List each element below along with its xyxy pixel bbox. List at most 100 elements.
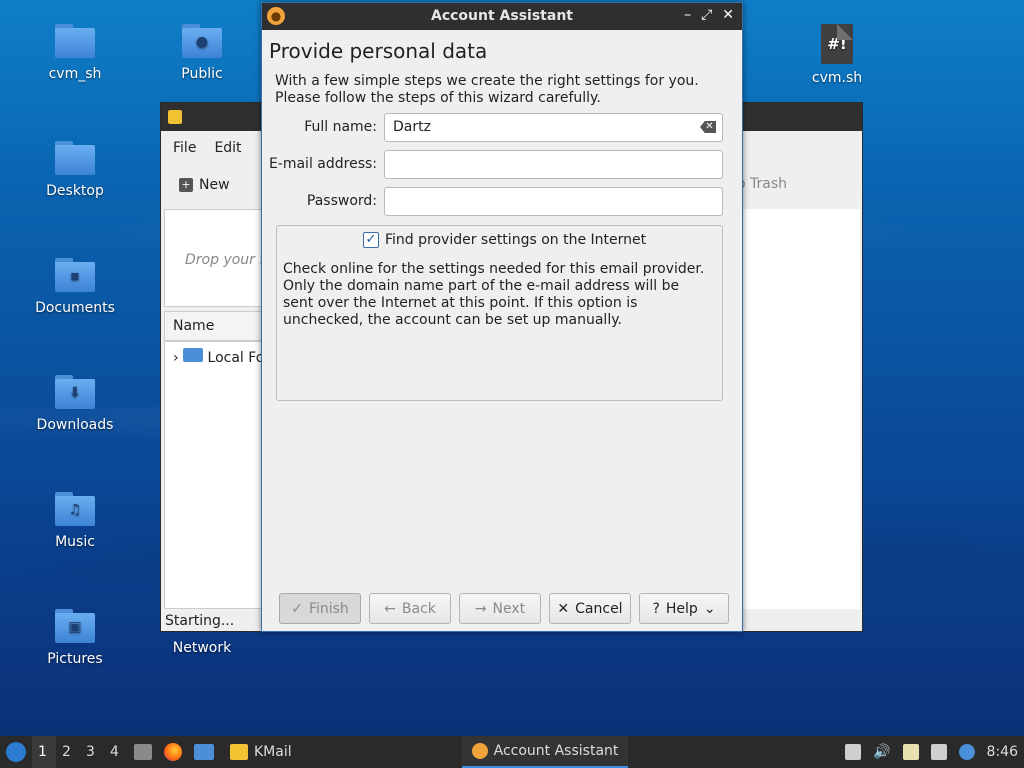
task-kmail[interactable]: KMail bbox=[220, 736, 302, 768]
desktop-icon-desktop[interactable]: Desktop bbox=[20, 141, 130, 199]
notification-icon[interactable] bbox=[958, 744, 975, 760]
workspace-3[interactable]: 3 bbox=[80, 736, 104, 768]
start-menu-button[interactable] bbox=[0, 736, 32, 768]
clear-text-icon[interactable]: ✕ bbox=[700, 121, 716, 133]
password-field[interactable] bbox=[384, 187, 723, 216]
folder-icon bbox=[55, 141, 95, 175]
name-column-header[interactable]: Name bbox=[164, 311, 264, 341]
new-icon: + bbox=[179, 178, 193, 192]
desktop-icon-network[interactable]: Network bbox=[147, 640, 257, 656]
music-folder-icon: ♫ bbox=[55, 492, 95, 526]
email-label: E-mail address: bbox=[268, 156, 377, 172]
check-icon: ✓ bbox=[291, 600, 303, 617]
firefox-icon bbox=[164, 743, 182, 761]
help-button[interactable]: ? Help ⌄ bbox=[639, 593, 729, 624]
maximize-icon[interactable]: ⤢ bbox=[701, 7, 712, 23]
task-account-assistant-label: Account Assistant bbox=[493, 743, 619, 759]
desktop-icon-label: cvm_sh bbox=[48, 66, 102, 82]
back-button[interactable]: ← Back bbox=[369, 593, 451, 624]
intro-text: With a few simple steps we create the ri… bbox=[275, 73, 699, 107]
desktop-icon-label: Music bbox=[55, 534, 95, 550]
account-assistant-dialog[interactable]: ● Account Assistant – ⤢ ✕ Provide person… bbox=[261, 2, 743, 632]
close-icon[interactable]: ✕ bbox=[722, 7, 734, 23]
system-tray: 🔊 8:46 bbox=[845, 744, 1024, 760]
full-name-field[interactable]: Dartz ✕ bbox=[384, 113, 723, 142]
help-label: Help bbox=[665, 600, 698, 617]
message-pane bbox=[740, 209, 860, 609]
folder-tree[interactable]: › Local Fo bbox=[164, 341, 264, 609]
provider-description: Check online for the settings needed for… bbox=[283, 261, 705, 328]
taskbar: 1 2 3 4 KMail Account Assistant 🔊 8:46 bbox=[0, 736, 1024, 768]
desktop-icon-label: Pictures bbox=[47, 651, 103, 667]
chevron-down-icon[interactable]: ⌄ bbox=[704, 601, 716, 617]
desktop-icon-cvm-sh-folder[interactable]: cvm_sh bbox=[20, 24, 130, 82]
password-label: Password: bbox=[306, 193, 377, 209]
provider-settings-group: ✓ Find provider settings on the Internet… bbox=[276, 225, 723, 401]
find-provider-checkbox[interactable]: ✓ bbox=[363, 232, 379, 248]
documents-folder-icon: ▪ bbox=[55, 258, 95, 292]
workspace-2[interactable]: 2 bbox=[56, 736, 80, 768]
desktop-icon-cvm-sh-script[interactable]: #! cvm.sh bbox=[782, 24, 892, 86]
downloads-folder-icon: ⬇ bbox=[55, 375, 95, 409]
back-label: Back bbox=[401, 600, 436, 617]
arrow-left-icon: ← bbox=[384, 600, 396, 617]
desktop-icon-pictures[interactable]: ▣ Pictures bbox=[20, 609, 130, 667]
desktop-icon-label: Documents bbox=[35, 300, 115, 316]
updates-icon[interactable] bbox=[845, 744, 862, 760]
move-to-trash-button[interactable]: o Trash bbox=[737, 176, 787, 192]
dialog-title: Account Assistant bbox=[431, 8, 573, 24]
minimize-icon[interactable]: – bbox=[684, 7, 691, 23]
chevron-right-icon[interactable]: › bbox=[173, 350, 179, 366]
cancel-label: Cancel bbox=[575, 600, 623, 617]
volume-icon[interactable]: 🔊 bbox=[873, 744, 890, 760]
cancel-button[interactable]: ✕ Cancel bbox=[549, 593, 631, 624]
find-provider-label[interactable]: Find provider settings on the Internet bbox=[385, 232, 646, 248]
full-name-value: Dartz bbox=[393, 119, 431, 135]
desktop-icon-documents[interactable]: ▪ Documents bbox=[20, 258, 130, 316]
finish-button[interactable]: ✓ Finish bbox=[279, 593, 361, 624]
email-field[interactable] bbox=[384, 150, 723, 179]
lubuntu-logo-icon bbox=[6, 742, 26, 762]
help-icon: ? bbox=[652, 600, 660, 617]
desktop-icon-label: Public bbox=[181, 66, 223, 82]
desktop-icon-label: Network bbox=[172, 640, 232, 656]
kmail-task-icon bbox=[230, 744, 248, 760]
task-account-assistant[interactable]: Account Assistant bbox=[461, 736, 629, 768]
file-manager-icon bbox=[134, 744, 152, 760]
drop-zone: Drop your fo bbox=[164, 209, 264, 307]
desktop-icon-music[interactable]: ♫ Music bbox=[20, 492, 130, 550]
page-title: Provide personal data bbox=[269, 39, 488, 63]
kmail-app-icon bbox=[168, 110, 182, 124]
next-button[interactable]: → Next bbox=[459, 593, 541, 624]
intro-line-1: With a few simple steps we create the ri… bbox=[275, 73, 699, 89]
cancel-icon: ✕ bbox=[557, 600, 570, 617]
quicklaunch-files[interactable] bbox=[128, 736, 158, 768]
menu-file[interactable]: File bbox=[173, 140, 196, 156]
public-folder-icon: ● bbox=[182, 24, 222, 58]
menu-edit[interactable]: Edit bbox=[214, 140, 241, 156]
account-assistant-task-icon bbox=[471, 743, 488, 759]
finish-label: Finish bbox=[308, 600, 349, 617]
pictures-folder-icon: ▣ bbox=[55, 609, 95, 643]
desktop-icon-label: Downloads bbox=[36, 417, 114, 433]
folder-icon bbox=[55, 24, 95, 58]
desktop-icon-public[interactable]: ● Public bbox=[147, 24, 257, 82]
desktop-icon-downloads[interactable]: ⬇ Downloads bbox=[20, 375, 130, 433]
show-desktop-icon bbox=[194, 744, 214, 760]
network-icon[interactable] bbox=[930, 744, 947, 760]
tree-item-local-folders[interactable]: Local Fo bbox=[208, 350, 263, 366]
dialog-button-row: ✓ Finish ← Back → Next ✕ Cancel ? Help ⌄ bbox=[279, 593, 729, 624]
task-kmail-label: KMail bbox=[254, 744, 292, 760]
workspace-4[interactable]: 4 bbox=[104, 736, 128, 768]
script-file-icon: #! bbox=[821, 24, 853, 64]
clock[interactable]: 8:46 bbox=[987, 744, 1018, 760]
find-provider-option[interactable]: ✓ Find provider settings on the Internet bbox=[363, 232, 646, 248]
workspace-1[interactable]: 1 bbox=[32, 736, 56, 768]
desktop-icon-label: cvm.sh bbox=[811, 70, 863, 86]
full-name-label: Full name: bbox=[304, 119, 377, 135]
new-button[interactable]: New bbox=[199, 177, 230, 193]
quicklaunch-firefox[interactable] bbox=[158, 736, 188, 768]
dialog-titlebar[interactable]: ● Account Assistant – ⤢ ✕ bbox=[262, 3, 742, 30]
quicklaunch-desktop[interactable] bbox=[188, 736, 220, 768]
clipboard-icon[interactable] bbox=[902, 744, 919, 760]
